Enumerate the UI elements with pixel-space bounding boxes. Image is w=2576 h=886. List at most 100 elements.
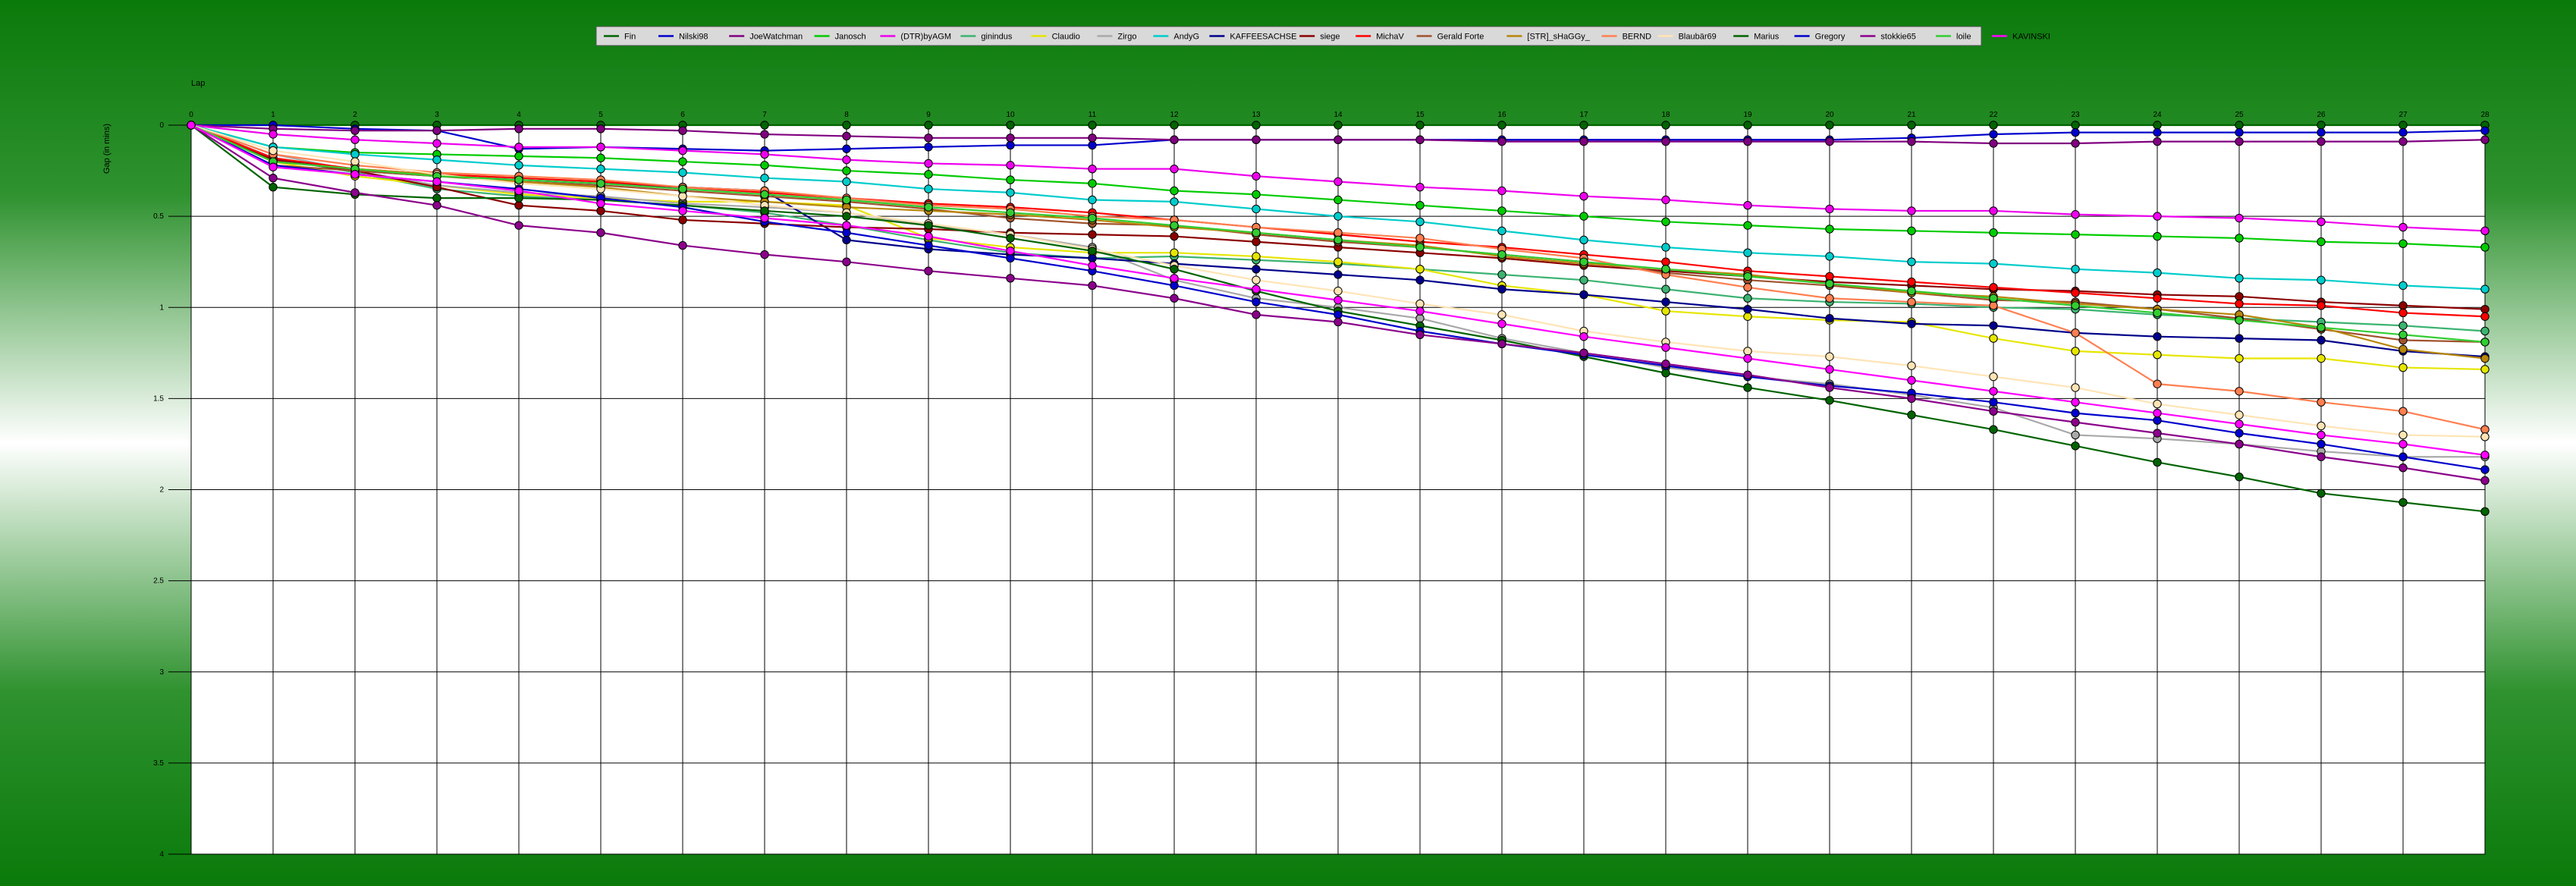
data-point [2480,126,2490,135]
data-point [842,195,851,205]
data-point [1907,137,1916,146]
data-point [1661,306,1670,316]
data-point [1907,375,1916,385]
data-point [1907,121,1916,130]
data-point [514,161,523,170]
data-point [1825,279,1834,288]
data-point [1743,137,1752,146]
data-point [1088,213,1097,223]
data-point [269,130,278,139]
data-point [1415,217,1425,227]
data-point [1497,137,1506,146]
data-point [1334,270,1343,279]
legend-label: Zirgo [1117,33,1136,42]
data-point [2399,127,2408,137]
data-point [1989,372,1998,382]
y-tick-label: 1 [159,303,164,312]
legend-label: JoeWatchman [749,33,803,42]
data-point [1415,275,1425,284]
data-point [678,215,687,225]
data-point [2235,439,2244,449]
y-tick-label: 1.5 [153,394,164,403]
data-point [2071,430,2080,440]
y-tick-label: 3 [159,668,164,677]
x-tick-label: 25 [2235,111,2244,119]
data-point [1088,261,1097,270]
data-point [1006,188,1015,197]
legend-label: Gerald Forte [1437,33,1484,42]
data-point [1989,334,1998,343]
legend-label: AndyG [1173,33,1199,42]
data-point [1497,226,1506,236]
data-point [1415,313,1425,323]
data-point [2235,410,2244,419]
data-point [2071,288,2080,297]
data-point [1170,164,1179,174]
data-point [1334,212,1343,221]
data-point [2071,347,2080,356]
data-point [1006,274,1015,283]
data-point [2317,301,2326,310]
data-point [678,146,687,156]
data-point [1252,171,1261,181]
x-tick-label: 20 [1825,111,1834,119]
data-point [269,162,278,171]
data-point [2153,268,2162,278]
x-tick-label: 26 [2317,111,2326,119]
data-point [1989,206,1998,215]
data-point [1661,297,1670,306]
data-point [2399,281,2408,291]
y-axis-title: Gap (in mins) [102,124,112,174]
x-tick-label: 13 [1252,111,1261,119]
data-point [1743,283,1752,292]
data-point [1989,407,1998,416]
data-point [1907,206,1916,215]
data-point [1579,137,1588,146]
data-point [760,173,769,183]
data-point [2399,498,2408,507]
data-point [2480,304,2490,314]
data-point [678,184,687,193]
x-tick-label: 21 [1907,111,1916,119]
data-point [2480,326,2490,336]
data-point [2153,231,2162,241]
data-point [1088,253,1097,263]
data-point [1252,135,1261,144]
data-point [678,126,687,135]
data-point [1661,265,1670,274]
data-point [1661,257,1670,266]
data-point [1989,425,1998,434]
data-point [2399,121,2408,130]
data-point [2071,230,2080,239]
data-point [1907,361,1916,370]
x-tick-label: 6 [680,111,685,119]
data-point [924,170,933,179]
x-tick-label: 15 [1415,111,1425,119]
x-tick-label: 14 [1334,111,1343,119]
data-point [2317,430,2326,440]
data-point [1170,121,1179,130]
data-point [514,221,523,230]
data-point [2235,419,2244,429]
data-point [1907,410,1916,419]
data-point [2153,379,2162,388]
data-point [1743,383,1752,392]
data-point [1661,360,1670,369]
data-point [1252,204,1261,214]
data-point [2399,239,2408,248]
data-point [1989,397,1998,407]
data-point [1170,248,1179,257]
data-point [1579,348,1588,358]
data-point [2235,274,2244,283]
data-point [1334,135,1343,144]
data-point [350,149,360,159]
data-point [596,164,605,174]
data-point [2317,421,2326,431]
data-point [1825,396,1834,405]
data-point [2399,222,2408,232]
data-point [1415,234,1425,243]
data-point [1170,294,1179,303]
legend-label: ginindus [981,33,1012,42]
data-point [842,155,851,165]
data-point [1497,284,1506,294]
